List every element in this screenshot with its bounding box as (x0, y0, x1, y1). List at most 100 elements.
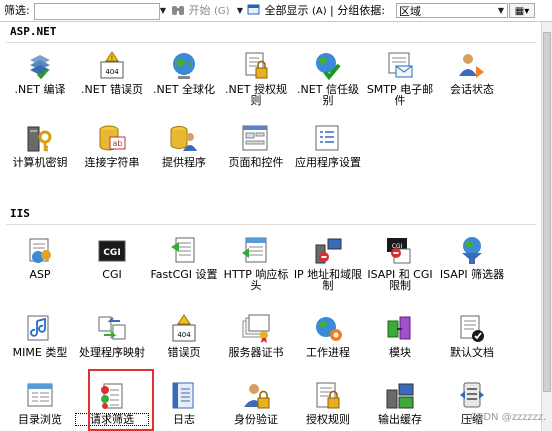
session-icon (459, 54, 484, 78)
feature-label: 日志 (173, 413, 195, 426)
section-divider (6, 224, 536, 225)
feature-worker-process[interactable]: 工作进程 (292, 313, 364, 358)
feature-compile[interactable]: .NET 编译 (4, 50, 76, 95)
filter-dropdown-chevron-down-icon[interactable]: ▼ (158, 4, 168, 18)
feature-trust[interactable]: .NET 信任级别 (292, 50, 364, 106)
error-pages-icon: 404 (172, 314, 196, 342)
feature-label: .NET 全球化 (153, 83, 215, 96)
feature-session[interactable]: 会话状态 (436, 50, 508, 95)
feature-label: ISAPI 筛选器 (439, 268, 505, 281)
feature-label: FastCGI 设置 (150, 268, 218, 281)
ip-restrictions-icon (315, 238, 342, 264)
isapi-cgi-icon: CGI (387, 238, 411, 264)
feature-label: HTTP 响应标头 (223, 268, 289, 292)
default-doc-icon (460, 315, 484, 342)
feature-label: 处理程序映射 (79, 346, 145, 359)
feature-label: 目录浏览 (18, 413, 62, 426)
filter-toolbar: 筛选: ▼ 开始 (G) ▼ 全部显示 (A) | 分组依据: 区域 ▼ ▦▾ (0, 0, 552, 22)
feature-label: 模块 (389, 346, 411, 359)
feature-error-pages[interactable]: 404 错误页 (148, 313, 220, 358)
feature-machine-key[interactable]: 计算机密钥 (4, 123, 76, 168)
feature-default-doc[interactable]: 默认文档 (436, 313, 508, 358)
feature-error-404[interactable]: 404! .NET 错误页 (76, 50, 148, 95)
globe-icon (173, 53, 195, 79)
feature-authentication[interactable]: 身份验证 (220, 380, 292, 425)
feature-app-settings[interactable]: 应用程序设置 (292, 123, 364, 168)
show-all-icon (247, 4, 260, 15)
feature-cgi[interactable]: CGI CGI (76, 235, 148, 280)
feature-label: 计算机密钥 (12, 156, 68, 169)
start-dropdown-chevron-down-icon[interactable]: ▼ (235, 4, 245, 18)
feature-email[interactable]: SMTP 电子邮件 (364, 50, 436, 106)
section-header-aspnet: ASP.NET (10, 25, 57, 38)
start-label: 开始 (188, 4, 211, 17)
compression-icon (460, 382, 484, 408)
scroll-thumb[interactable] (543, 32, 551, 392)
view-grid-icon: ▦▾ (514, 6, 530, 17)
handler-mapping-icon (98, 316, 126, 340)
filter-input[interactable] (34, 3, 160, 20)
feature-label: 提供程序 (162, 156, 206, 169)
feature-label: CGI (102, 268, 122, 281)
provider-icon (170, 126, 197, 151)
section-header-iis: IIS (10, 207, 30, 220)
feature-isapi-filter[interactable]: ISAPI 筛选器 (436, 235, 508, 280)
error-404-icon: 404! (100, 51, 124, 79)
show-all-shortcut: (A) (312, 6, 327, 17)
feature-fastcgi[interactable]: FastCGI 设置 (148, 235, 220, 280)
authentication-icon (244, 384, 270, 409)
vertical-scrollbar[interactable] (541, 22, 552, 431)
feature-provider[interactable]: 提供程序 (148, 123, 220, 168)
trust-icon (316, 53, 341, 81)
database-ab-icon: ab (99, 125, 126, 151)
feature-lock-document[interactable]: .NET 授权规则 (220, 50, 292, 106)
feature-label: SMTP 电子邮件 (366, 83, 434, 107)
feature-label: 错误页 (167, 346, 201, 359)
start-shortcut: (G) (214, 6, 230, 17)
show-all-button[interactable]: 全部显示 (A) (247, 0, 327, 22)
feature-asp[interactable]: ASP (4, 235, 76, 280)
start-filter-button[interactable]: 开始 (G) (171, 0, 230, 22)
group-by-chevron-down-icon[interactable]: ▼ (496, 4, 506, 18)
feature-label: IP 地址和域限制 (293, 268, 363, 292)
group-by-select[interactable]: 区域 (396, 3, 508, 18)
compile-icon (30, 55, 50, 80)
feature-output-cache[interactable]: 输出缓存 (364, 380, 436, 425)
feature-label: 身份验证 (234, 413, 278, 426)
feature-authorization[interactable]: 授权规则 (292, 380, 364, 425)
feature-logging[interactable]: 日志 (148, 380, 220, 425)
feature-label: 输出缓存 (378, 413, 422, 426)
feature-globe[interactable]: .NET 全球化 (148, 50, 220, 95)
feature-label: 连接字符串 (84, 156, 140, 169)
feature-label: 应用程序设置 (295, 156, 361, 169)
svg-text:CGI: CGI (103, 248, 120, 258)
feature-http-headers[interactable]: HTTP 响应标头 (220, 235, 292, 291)
feature-database-ab[interactable]: ab 连接字符串 (76, 123, 148, 168)
lock-document-icon (245, 52, 268, 79)
feature-ip-restrictions[interactable]: IP 地址和域限制 (292, 235, 364, 291)
feature-label: .NET 编译 (14, 83, 66, 96)
feature-label: 默认文档 (450, 346, 494, 359)
logging-icon (172, 382, 194, 409)
feature-isapi-cgi[interactable]: CGI ISAPI 和 CGI 限制 (364, 235, 436, 291)
isapi-filter-icon (462, 237, 482, 264)
app-settings-icon (315, 125, 339, 151)
feature-label: 服务器证书 (228, 346, 284, 359)
certificate-icon (242, 314, 270, 343)
feature-label: MIME 类型 (12, 346, 68, 359)
worker-process-icon (316, 317, 342, 341)
features-view: ASP.NET IIS .NET 编译 404! .NET 错误页 .NET 全球化.… (0, 22, 541, 431)
feature-certificate[interactable]: 服务器证书 (220, 313, 292, 358)
machine-key-icon (27, 126, 52, 152)
feature-mime[interactable]: MIME 类型 (4, 313, 76, 358)
feature-modules[interactable]: 模块 (364, 313, 436, 358)
feature-page-controls[interactable]: 页面和控件 (220, 123, 292, 168)
feature-label: .NET 授权规则 (225, 83, 287, 107)
feature-label: 页面和控件 (228, 156, 284, 169)
binoculars-icon (172, 6, 184, 15)
section-divider (6, 42, 536, 43)
view-mode-button[interactable]: ▦▾ (509, 3, 535, 18)
feature-directory-browse[interactable]: 目录浏览 (4, 380, 76, 425)
svg-text:404: 404 (105, 68, 119, 76)
feature-handler-mapping[interactable]: 处理程序映射 (76, 313, 148, 358)
